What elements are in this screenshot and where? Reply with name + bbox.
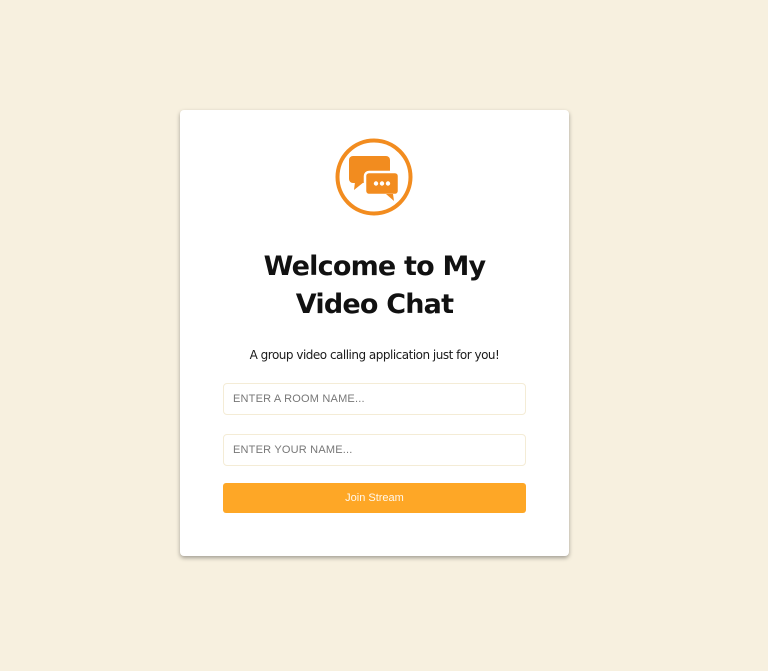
join-stream-button[interactable]: Join Stream xyxy=(223,483,526,513)
page-title: Welcome to My Video Chat xyxy=(180,248,569,324)
page-subtitle: A group video calling application just f… xyxy=(249,348,500,362)
page-title-text: Welcome to My Video Chat xyxy=(263,251,487,320)
room-name-input[interactable] xyxy=(223,383,526,415)
user-name-input[interactable] xyxy=(223,434,526,466)
join-card: Welcome to My Video Chat A group video c… xyxy=(180,110,569,556)
chat-bubbles-icon xyxy=(335,138,413,216)
